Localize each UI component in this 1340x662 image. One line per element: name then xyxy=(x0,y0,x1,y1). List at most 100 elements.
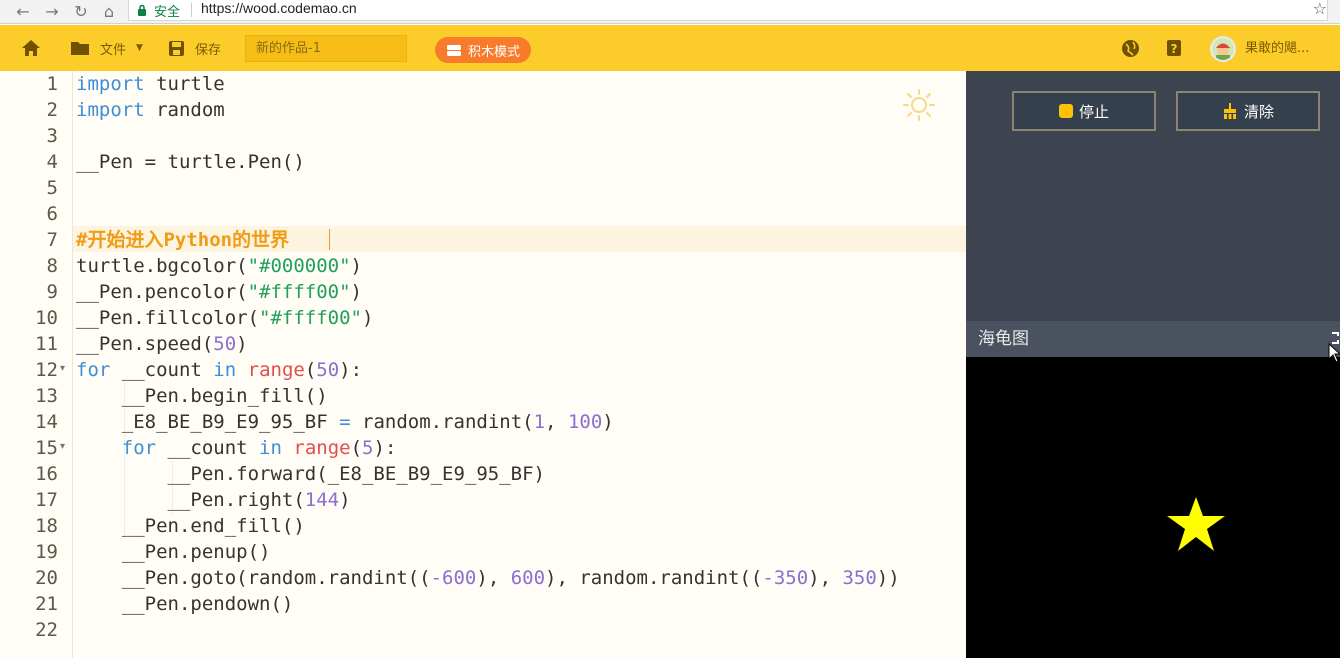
line-number: 9 xyxy=(46,281,58,303)
stop-icon xyxy=(1058,104,1073,118)
fold-arrow-icon[interactable]: ▾ xyxy=(60,363,65,374)
code-line[interactable]: __Pen.end_fill() xyxy=(76,513,305,539)
url-text[interactable]: https://wood.codemao.cn xyxy=(201,0,357,16)
code-token: 350 xyxy=(842,567,877,589)
globe-icon xyxy=(1122,39,1139,57)
code-token: ): xyxy=(339,359,363,381)
code-line[interactable]: __Pen.penup() xyxy=(76,539,271,565)
code-editor[interactable]: 1 2 3 4 5 6 7 8 9 10 11 12 13 14 15 16 1… xyxy=(0,71,966,658)
file-menu[interactable]: 文件 ▼ xyxy=(70,25,143,71)
home-icon[interactable]: ⌂ xyxy=(98,0,120,22)
code-token: __Pen.penup() xyxy=(76,541,271,563)
secure-label: 安全 xyxy=(154,5,181,20)
svg-text:?: ? xyxy=(1171,42,1178,56)
broom-icon xyxy=(1223,103,1236,119)
fold-arrow-icon[interactable]: ▾ xyxy=(60,441,65,452)
home-icon xyxy=(22,40,40,56)
help-button[interactable]: ? xyxy=(1166,25,1182,71)
avatar[interactable] xyxy=(1210,36,1236,62)
code-line[interactable]: #开始进入Python的世界 xyxy=(76,227,289,253)
project-name-input[interactable]: 新的作品-1 xyxy=(245,35,407,62)
code-line[interactable]: _E8_BE_B9_E9_95_BF = random.randint(1, 1… xyxy=(76,409,614,435)
code-token: 50 xyxy=(213,333,237,355)
mouse-pointer-icon xyxy=(1328,343,1340,363)
theme-toggle-sun-icon[interactable] xyxy=(902,88,936,122)
language-button[interactable] xyxy=(1121,25,1140,71)
line-number: 2 xyxy=(46,99,58,121)
code-line[interactable]: import random xyxy=(76,97,225,123)
code-token: ) xyxy=(339,489,351,511)
line-number: 15 xyxy=(35,437,58,459)
app-toolbar: 文件 ▼ 保存 新的作品-1 积木模式 ? 果敢的飓... xyxy=(0,25,1340,71)
code-token: __Pen.end_fill() xyxy=(76,515,305,537)
code-line[interactable]: __Pen = turtle.Pen() xyxy=(76,149,305,175)
code-token: 144 xyxy=(304,489,340,511)
code-token: ): xyxy=(373,437,397,459)
line-number: 6 xyxy=(46,203,58,225)
code-line[interactable]: import turtle xyxy=(76,71,225,97)
code-line[interactable]: __Pen.fillcolor("#ffff00") xyxy=(76,305,373,331)
bookmark-star-icon[interactable]: ☆ xyxy=(1313,0,1327,18)
folder-icon xyxy=(71,42,89,55)
block-mode-button[interactable]: 积木模式 xyxy=(435,37,531,63)
line-number: 5 xyxy=(46,177,58,199)
code-token: for xyxy=(76,359,111,381)
line-number: 11 xyxy=(35,333,58,355)
address-bar[interactable]: 安全 https://wood.codemao.cn ☆ xyxy=(128,0,1328,21)
code-token: in xyxy=(259,437,282,459)
code-token: ) xyxy=(602,411,614,433)
code-line[interactable]: __Pen.speed(50) xyxy=(76,331,248,357)
code-token: __count xyxy=(156,437,260,459)
home-button[interactable] xyxy=(21,25,41,71)
code-line[interactable]: __Pen.forward(_E8_BE_B9_E9_95_BF) xyxy=(76,461,546,487)
code-token: "#000000" xyxy=(247,255,351,277)
code-line[interactable]: __Pen.pendown() xyxy=(76,591,294,617)
code-token: range xyxy=(247,359,305,381)
avatar-image xyxy=(1212,38,1234,60)
line-number: 3 xyxy=(46,125,58,147)
code-token: __Pen = turtle.Pen() xyxy=(76,151,305,173)
username[interactable]: 果敢的飓... xyxy=(1245,25,1309,71)
code-token: -600 xyxy=(430,567,477,589)
browser-bar: ← → ↻ ⌂ 安全 https://wood.codemao.cn ☆ xyxy=(0,0,1340,24)
stop-button[interactable]: 停止 xyxy=(1012,91,1156,131)
control-panel: 停止 清除 xyxy=(966,71,1340,321)
code-token: ( xyxy=(350,437,363,459)
code-token: random xyxy=(144,99,225,121)
reload-icon[interactable]: ↻ xyxy=(70,0,92,22)
line-number: 22 xyxy=(35,619,58,641)
code-line[interactable]: for __count in range(5): xyxy=(76,435,397,461)
line-number: 4 xyxy=(46,151,58,173)
code-line[interactable]: __Pen.goto(random.randint((-600), 600), … xyxy=(76,565,900,591)
code-token: ), random.randint(( xyxy=(545,567,763,589)
line-number: 20 xyxy=(35,567,58,589)
code-token: = xyxy=(339,411,351,433)
code-line[interactable]: turtle.bgcolor("#000000") xyxy=(76,253,362,279)
code-line[interactable]: __Pen.pencolor("#ffff00") xyxy=(76,279,362,305)
code-token: __Pen.begin_fill() xyxy=(76,385,328,407)
turtle-drawing xyxy=(1167,497,1225,551)
stop-label: 停止 xyxy=(1078,102,1109,121)
line-number: 17 xyxy=(35,489,58,511)
code-token: 1 xyxy=(533,411,546,433)
back-arrow-icon[interactable]: ← xyxy=(12,0,34,22)
save-button[interactable]: 保存 xyxy=(168,25,221,71)
save-label: 保存 xyxy=(195,42,222,58)
turtle-canvas[interactable] xyxy=(966,357,1340,658)
code-line[interactable]: __Pen.right(144) xyxy=(76,487,351,513)
code-line[interactable]: for __count in range(50): xyxy=(76,357,362,383)
text-cursor xyxy=(329,229,330,250)
line-number: 18 xyxy=(35,515,58,537)
code-token: )) xyxy=(876,567,900,589)
code-token: ), xyxy=(476,567,511,589)
code-token: "#ffff00" xyxy=(259,307,362,329)
code-token: for xyxy=(121,437,157,459)
clear-button[interactable]: 清除 xyxy=(1176,91,1320,131)
code-line[interactable]: __Pen.begin_fill() xyxy=(76,383,328,409)
forward-arrow-icon[interactable]: → xyxy=(41,0,63,22)
code-token: import xyxy=(76,99,145,121)
code-token: turtle xyxy=(144,73,225,95)
block-mode-label: 积木模式 xyxy=(467,44,520,60)
line-number: 21 xyxy=(35,593,58,615)
